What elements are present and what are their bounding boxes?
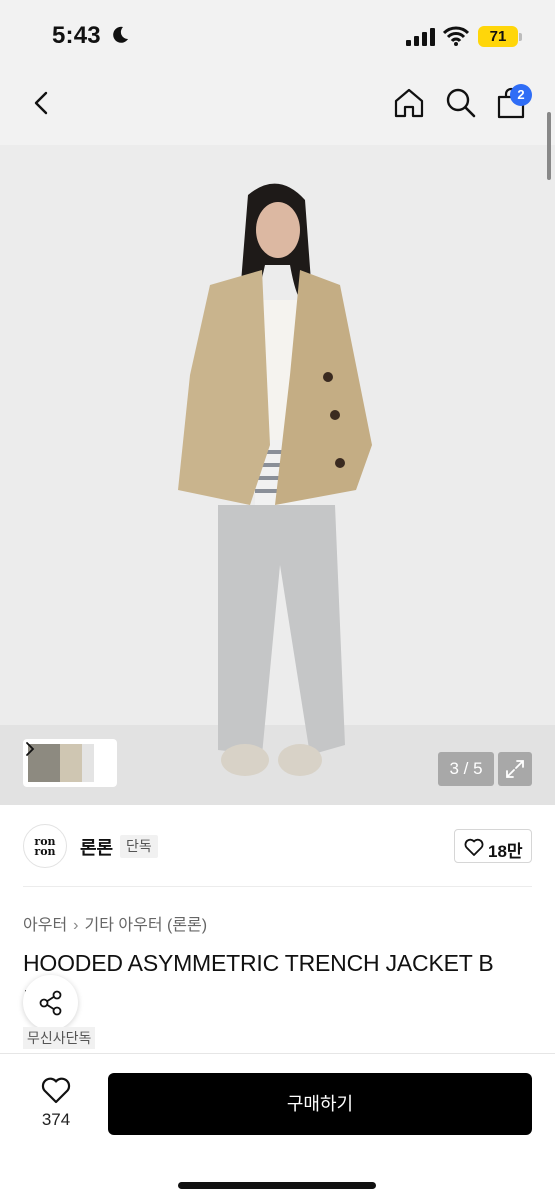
brand-logo[interactable]: ron ron [23, 824, 67, 868]
battery-indicator: 71 [478, 26, 518, 47]
back-icon[interactable] [26, 86, 60, 120]
thumbnail-image[interactable] [82, 744, 94, 782]
wifi-icon [443, 26, 469, 46]
nav-bar: 2 [0, 72, 555, 145]
cart-badge: 2 [510, 84, 532, 106]
product-image[interactable]: 3 / 5 [0, 145, 555, 805]
expand-button[interactable] [498, 752, 532, 786]
brand-like-button[interactable]: 18만 [454, 829, 532, 863]
breadcrumb-separator: › [73, 917, 79, 934]
image-page-counter: 3 / 5 [438, 752, 494, 786]
status-time: 5:43 [52, 22, 101, 49]
divider [23, 886, 532, 887]
share-icon [39, 990, 62, 1016]
bottom-bar: 374 구매하기 [0, 1053, 555, 1200]
moon-icon [113, 26, 128, 43]
scrollbar[interactable] [547, 112, 551, 180]
exclusive-badge: 단독 [120, 835, 158, 858]
thumbnail-strip[interactable] [23, 739, 117, 787]
share-button[interactable] [23, 975, 78, 1030]
home-indicator [178, 1182, 376, 1189]
buy-button[interactable]: 구매하기 [108, 1073, 532, 1135]
product-photo [0, 145, 555, 805]
breadcrumb-category[interactable]: 아우터 [23, 917, 67, 934]
status-bar: 5:43 71 [0, 0, 555, 72]
product-title: HOODED ASYMMETRIC TRENCH JACKET B [23, 950, 494, 976]
signal-icon [406, 28, 435, 46]
wishlist-button[interactable]: 374 [26, 1074, 86, 1134]
exclusive-tag: 무신사단독 [23, 1027, 96, 1049]
home-icon[interactable] [392, 86, 426, 120]
chevron-right-icon[interactable] [23, 739, 37, 759]
battery-cap [519, 33, 522, 41]
heart-icon [41, 1077, 71, 1104]
thumbnail-image[interactable] [60, 744, 82, 782]
search-icon[interactable] [444, 86, 478, 120]
brand-name[interactable]: 론론 [80, 834, 113, 860]
expand-icon [506, 760, 524, 778]
breadcrumb-subcategory[interactable]: 기타 아우터 (론론) [85, 917, 208, 934]
heart-icon [464, 838, 484, 856]
wishlist-count: 374 [41, 1110, 71, 1129]
breadcrumb: 아우터 › 기타 아우터 (론론) [23, 911, 207, 935]
brand-like-count: 18만 [488, 842, 523, 861]
